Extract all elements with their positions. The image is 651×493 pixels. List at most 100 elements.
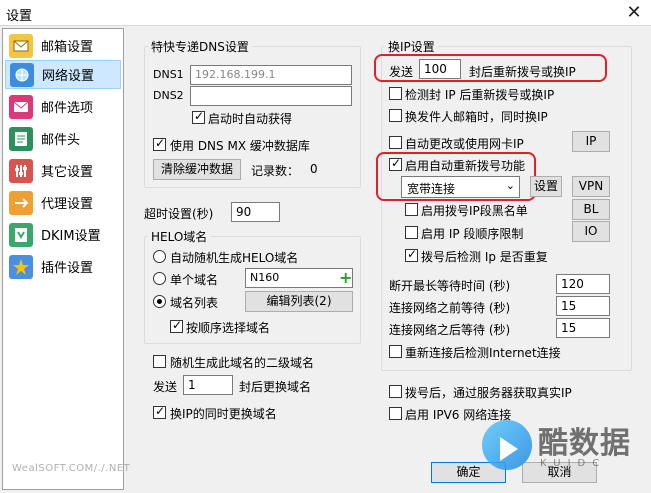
mailbox-change-label: 换发件人邮箱时，同时换IP <box>405 110 548 124</box>
vpn-button[interactable]: VPN <box>572 176 610 197</box>
ip-blacklist-checkbox[interactable] <box>405 203 418 216</box>
change-on-ip-checkbox[interactable] <box>153 404 166 419</box>
dkim-icon <box>9 222 33 247</box>
sidebar-item-label: 邮箱设置 <box>41 40 94 55</box>
sidebar-item-label: 邮件头 <box>41 133 81 148</box>
check-duplicate-checkbox[interactable] <box>405 247 418 262</box>
dns-group-title: 特快专递DNS设置 <box>148 38 252 55</box>
helo-list-label: 域名列表 <box>170 296 219 310</box>
clear-cache-button[interactable]: 清除缓冲数据 <box>153 159 241 180</box>
before-connect-field[interactable]: 15 <box>556 296 610 316</box>
ip-send-suffix: 封后重新拨号或换IP <box>469 65 576 79</box>
timeout-label: 超时设置(秒) <box>144 207 214 221</box>
ip-blacklist-label: 启用拨号IP段黑名单 <box>421 204 528 218</box>
detect-blocked-label: 检测封 IP 后重新拨号或换IP <box>405 88 555 102</box>
sidebar-item-label: 代理设置 <box>41 197 94 212</box>
sidebar-item-plugin[interactable]: 插件设置 <box>5 252 121 281</box>
sidebar-item-network[interactable]: 网络设置 <box>5 60 121 89</box>
sidebar-item-mail-header[interactable]: 邮件头 <box>5 124 121 153</box>
get-real-ip-checkbox[interactable] <box>389 385 402 398</box>
helo-send-label: 发送 <box>153 380 178 394</box>
random-subdomain-checkbox[interactable] <box>153 355 166 368</box>
recheck-internet-checkbox[interactable] <box>389 345 402 358</box>
footer-url: WealSOFT.COM/./.NET <box>12 463 131 474</box>
max-disconnect-label: 断开最长等待时间 (秒) <box>389 279 511 293</box>
auto-redial-checkbox[interactable] <box>389 156 402 171</box>
sidebar-item-label: 其它设置 <box>41 165 94 180</box>
sidebar-item-other-settings[interactable]: 其它设置 <box>5 156 121 185</box>
sidebar-item-label: 网络设置 <box>42 69 95 84</box>
watermark: 酷数据 KUIDC <box>482 416 642 486</box>
ip-button[interactable]: IP <box>572 131 610 152</box>
io-button[interactable]: IO <box>572 221 610 242</box>
ip-send-field[interactable]: 100 <box>419 59 461 79</box>
detect-blocked-checkbox[interactable] <box>389 87 402 100</box>
sidebar-item-mail-options[interactable]: 邮件选项 <box>5 92 121 121</box>
watermark-subtext: KUIDC <box>540 458 607 469</box>
auto-nic-label: 自动更改或使用网卡IP <box>405 137 524 151</box>
helo-group-title: HELO域名 <box>148 228 211 245</box>
get-real-ip-label: 拨号后，通过服务器获取真实IP <box>405 386 572 400</box>
connection-select-value: 宽带连接 <box>407 182 456 196</box>
recheck-internet-label: 重新连接后检测Internet连接 <box>405 346 561 360</box>
change-on-ip-label: 换IP的同时更换域名 <box>170 407 277 421</box>
after-connect-label: 连接网络之后等待 (秒) <box>389 323 511 337</box>
sidebar-item-mailbox[interactable]: 邮箱设置 <box>5 31 121 60</box>
use-mx-cache-checkbox[interactable] <box>153 136 166 151</box>
dns2-label: DNS2 <box>153 89 184 102</box>
record-count-label: 记录数： <box>251 164 300 178</box>
auto-get-checkbox[interactable] <box>192 109 205 124</box>
auto-nic-checkbox[interactable] <box>389 136 402 149</box>
edit-list-button[interactable]: 编辑列表(2) <box>245 291 353 312</box>
mail-options-icon <box>9 94 33 119</box>
sequential-label: 按顺序选择域名 <box>186 321 271 335</box>
use-mx-cache-label: 使用 DNS MX 缓冲数据库 <box>170 139 310 153</box>
sidebar-item-label: 邮件选项 <box>41 101 94 116</box>
mailbox-icon <box>9 33 33 58</box>
sidebar-item-proxy[interactable]: 代理设置 <box>5 188 121 217</box>
after-connect-field[interactable]: 15 <box>556 318 610 338</box>
chevron-down-icon: ⌄ <box>505 179 515 192</box>
dns1-label: DNS1 <box>153 68 184 81</box>
ipv6-checkbox[interactable] <box>389 407 402 420</box>
plugin-icon <box>9 254 33 279</box>
sidebar-item-label: 插件设置 <box>41 261 94 276</box>
other-settings-icon <box>9 158 33 183</box>
watermark-text: 酷数据 <box>538 426 631 461</box>
ip-send-label: 发送 <box>389 65 414 79</box>
watermark-logo <box>482 420 532 470</box>
helo-send-field[interactable]: 1 <box>183 375 233 395</box>
connection-select[interactable]: 宽带连接 ⌄ <box>401 176 520 198</box>
helo-list-radio[interactable] <box>153 295 166 308</box>
ip-change-group-title: 换IP设置 <box>385 38 438 55</box>
record-count-value: 0 <box>310 162 318 176</box>
timeout-field[interactable]: 90 <box>231 202 280 222</box>
before-connect-label: 连接网络之前等待 (秒) <box>389 301 511 315</box>
window-title: 设置 <box>6 9 33 24</box>
mail-header-icon <box>9 126 33 151</box>
title-bar: 设置 ✕ <box>0 0 651 26</box>
helo-auto-radio[interactable] <box>153 250 166 263</box>
ip-order-label: 启用 IP 段顺序限制 <box>421 227 524 241</box>
add-icon[interactable]: + <box>339 268 352 287</box>
helo-single-label: 单个域名 <box>170 273 219 287</box>
settings-button[interactable]: 设置 <box>530 176 562 197</box>
sidebar-item-label: DKIM设置 <box>41 229 101 244</box>
close-icon[interactable]: ✕ <box>622 2 646 24</box>
proxy-icon <box>9 190 33 215</box>
helo-auto-label: 自动随机生成HELO域名 <box>170 251 299 265</box>
ip-order-checkbox[interactable] <box>405 226 418 239</box>
dns2-field[interactable] <box>190 86 352 106</box>
helo-single-field[interactable]: N160 <box>245 268 353 288</box>
helo-single-radio[interactable] <box>153 272 166 285</box>
network-icon <box>10 62 34 87</box>
dns1-field[interactable]: 192.168.199.1 <box>190 65 352 85</box>
sequential-checkbox[interactable] <box>170 318 183 333</box>
auto-redial-label: 启用自动重新拨号功能 <box>405 159 526 173</box>
bl-button[interactable]: BL <box>572 199 610 220</box>
play-icon <box>500 437 518 461</box>
sidebar-item-dkim[interactable]: DKIM设置 <box>5 220 121 249</box>
max-disconnect-field[interactable]: 120 <box>556 274 610 294</box>
mailbox-change-checkbox[interactable] <box>389 109 402 122</box>
check-duplicate-label: 拨号后检测 Ip 是否重复 <box>421 250 548 264</box>
